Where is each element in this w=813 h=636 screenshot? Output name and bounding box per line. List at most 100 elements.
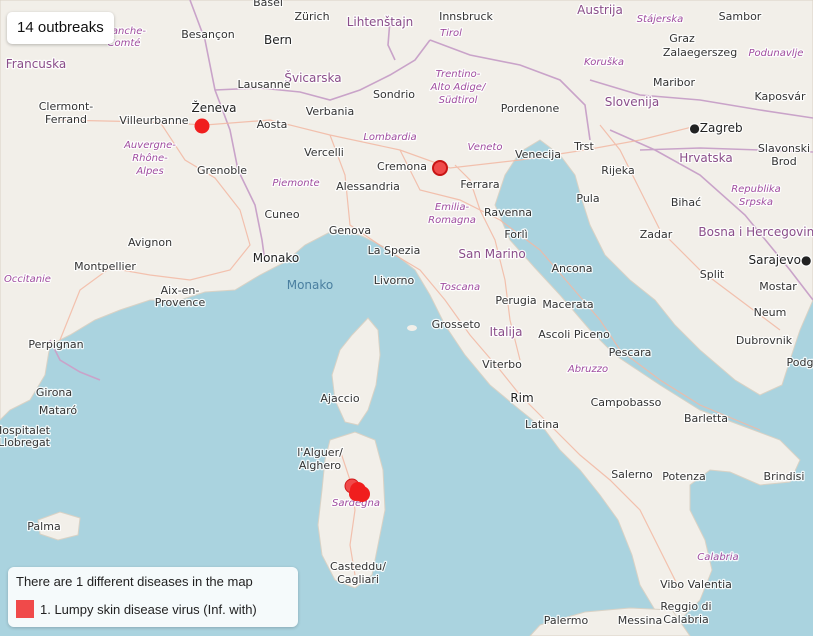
disease-legend: There are 1 different diseases in the ma…: [8, 567, 298, 627]
svg-text:Bosna i Hercegovina: Bosna i Hercegovina: [698, 225, 813, 239]
svg-text:Bern: Bern: [264, 33, 292, 47]
svg-text:Emilia-: Emilia-: [435, 202, 470, 213]
svg-text:Ascoli Piceno: Ascoli Piceno: [538, 328, 610, 341]
svg-text:Sarajevo●: Sarajevo●: [749, 253, 812, 267]
svg-text:Provence: Provence: [155, 296, 206, 309]
svg-text:Cuneo: Cuneo: [264, 208, 299, 221]
svg-text:Republika: Republika: [731, 184, 781, 195]
svg-text:Avignon: Avignon: [128, 236, 172, 249]
svg-text:Francuska: Francuska: [6, 57, 66, 71]
svg-text:Split: Split: [700, 268, 725, 281]
svg-text:Casteddu/: Casteddu/: [330, 560, 386, 573]
svg-text:Sondrio: Sondrio: [373, 88, 415, 101]
svg-text:Stájerska: Stájerska: [637, 13, 684, 25]
svg-text:Brindisi: Brindisi: [764, 470, 805, 483]
svg-text:Piemonte: Piemonte: [272, 178, 319, 189]
svg-text:Aosta: Aosta: [257, 118, 288, 131]
svg-text:Pescara: Pescara: [609, 346, 652, 359]
svg-text:Monako: Monako: [253, 251, 300, 265]
svg-text:Ancona: Ancona: [552, 262, 593, 275]
outbreak-marker[interactable]: [432, 160, 448, 176]
svg-text:Alessandria: Alessandria: [336, 180, 400, 193]
svg-text:Reggio di: Reggio di: [660, 600, 711, 613]
svg-text:Srpska: Srpska: [739, 197, 773, 208]
svg-text:l'Alguer/: l'Alguer/: [297, 446, 343, 459]
svg-text:Brod: Brod: [771, 155, 797, 168]
svg-text:Latina: Latina: [525, 418, 559, 431]
svg-text:La Spezia: La Spezia: [368, 244, 421, 257]
svg-text:Toscana: Toscana: [440, 282, 480, 293]
elba: [407, 325, 417, 331]
svg-text:Slavonski: Slavonski: [758, 142, 810, 155]
svg-text:Vibo Valentia: Vibo Valentia: [660, 578, 732, 591]
svg-text:Grosseto: Grosseto: [432, 318, 481, 331]
svg-text:Venecija: Venecija: [515, 148, 561, 161]
svg-text:Messina: Messina: [618, 614, 663, 627]
svg-text:Salerno: Salerno: [611, 468, 653, 481]
svg-text:Barletta: Barletta: [684, 412, 728, 425]
svg-text:Villeurbanne: Villeurbanne: [119, 114, 188, 127]
svg-text:Ajaccio: Ajaccio: [320, 392, 359, 405]
legend-item[interactable]: 1. Lumpy skin disease virus (Inf. with): [16, 600, 257, 618]
svg-text:Llobregat: Llobregat: [0, 436, 51, 449]
svg-text:Cagliari: Cagliari: [337, 573, 379, 586]
svg-text:●Zagreb: ●Zagreb: [689, 121, 742, 135]
svg-text:Südtirol: Südtirol: [439, 95, 478, 106]
svg-text:Pula: Pula: [576, 192, 599, 205]
svg-text:Livorno: Livorno: [374, 274, 415, 287]
svg-text:Alghero: Alghero: [299, 459, 342, 472]
svg-text:Macerata: Macerata: [542, 298, 593, 311]
svg-text:Montpellier: Montpellier: [74, 260, 136, 273]
svg-text:Ženeva: Ženeva: [191, 100, 236, 115]
svg-text:Koruška: Koruška: [584, 56, 624, 68]
legend-title: There are 1 different diseases in the ma…: [16, 574, 253, 589]
svg-text:Abruzzo: Abruzzo: [567, 364, 608, 375]
svg-text:Pordenone: Pordenone: [501, 102, 560, 115]
svg-text:Cremona: Cremona: [377, 160, 427, 173]
svg-text:Potenza: Potenza: [662, 470, 706, 483]
svg-text:Forlì: Forlì: [504, 228, 527, 241]
svg-text:Rijeka: Rijeka: [601, 164, 634, 177]
outbreak-marker[interactable]: [194, 118, 210, 134]
svg-text:Ferrand: Ferrand: [45, 113, 87, 126]
svg-text:Monako: Monako: [287, 278, 334, 292]
svg-text:Lombardia: Lombardia: [363, 132, 416, 143]
svg-text:Girona: Girona: [36, 386, 72, 399]
svg-text:Perpignan: Perpignan: [28, 338, 83, 351]
svg-text:Ferrara: Ferrara: [460, 178, 499, 191]
svg-text:Švicarska: Švicarska: [284, 70, 341, 85]
svg-text:Palma: Palma: [27, 520, 60, 533]
svg-text:Podg: Podg: [787, 356, 813, 369]
svg-text:Lausanne: Lausanne: [237, 78, 290, 91]
legend-item-label: 1. Lumpy skin disease virus (Inf. with): [40, 601, 257, 617]
outbreak-count-badge: 14 outbreaks: [7, 12, 114, 44]
svg-text:Hrvatska: Hrvatska: [679, 151, 732, 165]
svg-text:Italija: Italija: [490, 325, 523, 339]
svg-text:Besançon: Besançon: [181, 28, 235, 41]
svg-text:Trst: Trst: [573, 140, 594, 153]
svg-text:Romagna: Romagna: [428, 215, 476, 226]
legend-swatch: [16, 600, 34, 618]
outbreak-marker[interactable]: [349, 487, 363, 501]
svg-text:Basel: Basel: [253, 0, 283, 9]
svg-text:Mostar: Mostar: [759, 280, 797, 293]
svg-text:Austrija: Austrija: [577, 3, 623, 17]
svg-text:Perugia: Perugia: [495, 294, 536, 307]
svg-text:Innsbruck: Innsbruck: [439, 10, 493, 23]
svg-text:Viterbo: Viterbo: [482, 358, 522, 371]
svg-text:Grenoble: Grenoble: [197, 164, 247, 177]
map-canvas[interactable]: Franche- Comté Auvergne- Rhône- Alpes Ti…: [0, 0, 813, 636]
svg-text:Neum: Neum: [754, 306, 787, 319]
svg-text:San Marino: San Marino: [458, 247, 525, 261]
svg-text:Alto Adige/: Alto Adige/: [430, 82, 487, 93]
svg-text:Bihać: Bihać: [671, 196, 701, 209]
svg-text:Rim: Rim: [510, 391, 533, 405]
svg-text:Occitanie: Occitanie: [4, 274, 51, 285]
svg-text:Zadar: Zadar: [640, 228, 673, 241]
svg-text:Vercelli: Vercelli: [304, 146, 344, 159]
svg-text:Zalaegerszeg: Zalaegerszeg: [663, 46, 737, 59]
svg-text:Palermo: Palermo: [544, 614, 589, 627]
svg-text:Zürich: Zürich: [294, 10, 329, 23]
svg-text:Calabria: Calabria: [663, 613, 709, 626]
svg-text:Graz: Graz: [669, 32, 695, 45]
